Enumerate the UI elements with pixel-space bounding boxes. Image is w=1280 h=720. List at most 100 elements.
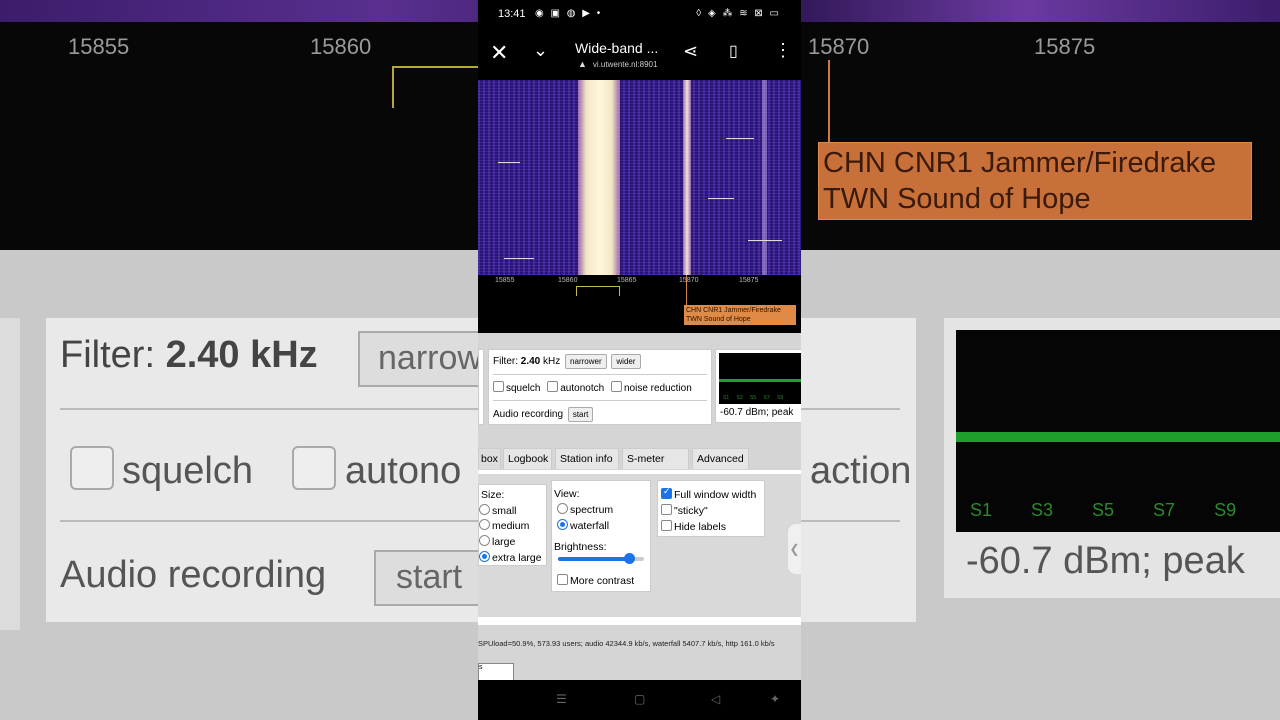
more-menu-icon[interactable]: ⋮ [774,40,792,61]
tab-smeter-plot[interactable]: S-meter plot [622,448,689,486]
bg-checkbox [70,446,114,490]
scale-label: 15855 [495,277,515,284]
narrower-button[interactable]: narrower [565,354,607,369]
view-option-spectrum[interactable]: spectrum [557,503,613,516]
scale-label: 15865 [617,277,637,284]
smeter-ticks: S1 S3 S5 S7 S9 [723,395,784,401]
close-icon[interactable]: ✕ [490,42,508,64]
back-icon[interactable]: ◁ [711,692,720,706]
waterfall-signal [762,80,767,275]
phone-screen: 13:41 ◉ ▣ ◍ ▶ • ◊ ◈ ⁂ ≋ ⊠ ▭ ✕ ⌄ Wide-ban… [478,0,801,720]
brightness-slider-fill [558,557,629,561]
filter-label: Filter: [493,356,518,367]
sticky-option[interactable]: "sticky" [661,504,708,517]
android-nav-bar: ☰ ▢ ◁ ✦ [478,680,801,720]
station-labels: CHN CNR1 Jammer/Firedrake TWN Sound of H… [478,305,801,333]
noise-reduction-option[interactable]: noise reduction [610,381,692,394]
bookmark-icon[interactable]: ▯ [729,41,738,61]
side-panel-handle[interactable]: ❮ [788,524,801,574]
notification-icons: ◉ ▣ ◍ ▶ • [535,8,603,19]
tab-panel: Size: small medium large extra large Vie… [478,470,801,621]
bg-reduction-text: action [810,450,912,492]
full-width-checkbox[interactable] [661,486,672,499]
view-option-waterfall[interactable]: waterfall [557,519,609,532]
more-contrast-checkbox[interactable] [557,574,568,585]
size-option-large[interactable]: large [479,535,515,548]
full-width-option[interactable]: Full window width [661,486,756,501]
passband-shape[interactable] [576,286,620,296]
brightness-slider-thumb[interactable] [623,553,635,564]
status-bar: 13:41 ◉ ▣ ◍ ▶ • ◊ ◈ ⁂ ≋ ⊠ ▭ [478,0,801,28]
size-label: Size: [481,489,505,501]
size-radio[interactable] [479,504,490,515]
bg-cursor-line [828,60,830,142]
bg-smeter-reading: -60.7 dBm; peak [966,540,1245,582]
bg-scale-label: 15875 [1034,34,1096,59]
size-radio[interactable] [479,535,490,546]
sticky-checkbox[interactable] [661,504,672,515]
station-label[interactable]: CHN CNR1 Jammer/Firedrake TWN Sound of H… [684,305,796,325]
divider [493,374,707,375]
audio-options: squelch autonotch noise reduction [493,381,696,394]
noise-reduction-checkbox[interactable] [610,381,622,392]
frequency-scale[interactable]: 15855 15860 15865 15870 15875 [478,275,801,305]
size-radio[interactable] [479,519,490,530]
size-option-extra-large[interactable]: extra large [479,551,542,564]
bg-scale-label: 15855 [68,34,130,59]
page-url[interactable]: ▲ vi.utwente.nl:8901 [578,59,657,69]
divider-strip [478,617,801,625]
bg-start-button: start [374,550,484,606]
waterfall-streak [726,138,754,139]
command-input[interactable]: s [478,663,514,680]
share-icon[interactable]: ⋖ [683,41,698,62]
page-title[interactable]: Wide-band ... [575,40,658,56]
bg-smeter-ticks: S1 S3 S5 S7 S9 [970,500,1237,520]
audio-recording-label: Audio recording [493,409,564,420]
bg-squelch-text: squelch [122,450,253,492]
autonotch-checkbox[interactable] [547,381,559,392]
hide-labels-checkbox[interactable] [661,520,672,531]
tab-logbook[interactable]: Logbook [503,448,552,469]
home-icon[interactable]: ▢ [634,692,645,706]
bg-audio-text: Audio recording [60,554,327,596]
filter-unit: kHz [543,356,561,367]
bg-station-label: CHN CNR1 Jammer/Firedrake TWN Sound of H… [818,142,1252,220]
view-radio-selected[interactable] [557,519,568,530]
squelch-checkbox[interactable] [493,381,504,392]
view-box: View: spectrum waterfall Brightness: Mor… [551,480,651,592]
autonotch-option[interactable]: autonotch [547,381,604,394]
hide-labels-option[interactable]: Hide labels [661,520,726,533]
chevron-down-icon[interactable]: ⌄ [533,40,548,61]
tab-toolbox[interactable]: box [478,448,501,469]
divider [493,400,707,401]
waterfall-streak [498,162,520,163]
bg-checkbox [292,446,336,490]
audio-recording-row: Audio recording start [493,407,594,422]
size-radio-selected[interactable] [479,551,490,562]
brightness-label: Brightness: [554,541,607,553]
bg-scale-label: 15870 [808,34,870,59]
tab-advanced[interactable]: Advanced [692,448,749,469]
status-time: 13:41 [498,8,526,20]
waterfall-streak [748,240,782,241]
station-marker [686,275,687,305]
size-option-medium[interactable]: medium [479,519,529,532]
scale-label: 15870 [679,277,699,284]
more-contrast-option[interactable]: More contrast [557,574,634,587]
tab-station-info[interactable]: Station info [555,448,619,469]
wider-button[interactable]: wider [611,354,641,369]
browser-toolbar: ✕ ⌄ Wide-band ... ▲ vi.utwente.nl:8901 ⋖ … [478,28,801,80]
warning-icon: ▲ [578,59,587,69]
page-content: Filter: 2.40 kHz narrower wider squelch … [478,333,801,680]
squelch-option[interactable]: squelch [493,381,540,394]
view-radio[interactable] [557,503,568,514]
filter-row: Filter: 2.40 kHz narrower wider [493,354,641,369]
start-recording-button[interactable]: start [567,407,594,422]
waterfall-signal [578,80,620,275]
bg-scale-label: 15860 [310,34,372,59]
server-status: SPUload=50.9%, 573.93 users; audio 42344… [478,639,775,648]
size-option-small[interactable]: small [479,504,517,517]
accessibility-icon[interactable]: ✦ [770,692,780,706]
waterfall-display[interactable] [478,80,801,275]
recent-apps-icon[interactable]: ☰ [556,692,567,706]
